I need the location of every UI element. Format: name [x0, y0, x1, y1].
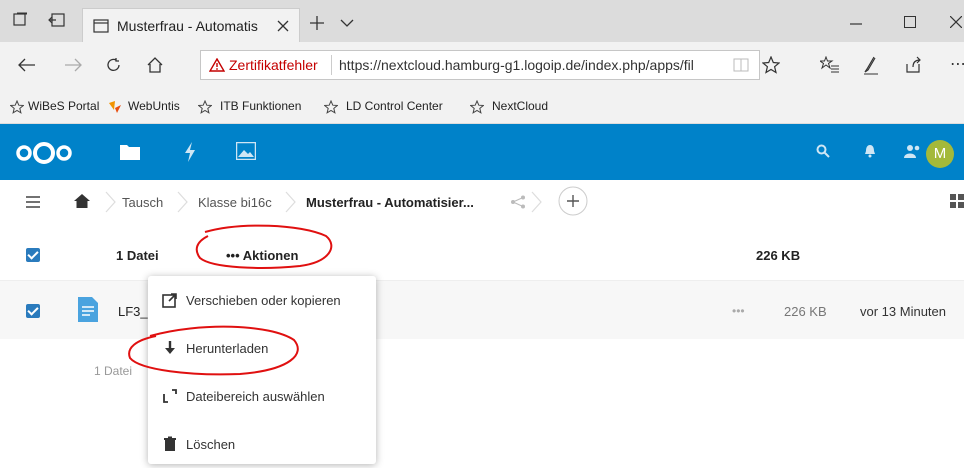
- menu-item-download[interactable]: Herunterladen: [148, 326, 376, 372]
- crop-select-icon: [163, 389, 177, 403]
- favorites-bar: WiBeS Portal WebUntis ITB Funktionen LD …: [0, 90, 964, 124]
- breadcrumb: Tausch Klasse bi16c Musterfrau - Automat…: [0, 180, 964, 226]
- new-file-button[interactable]: [558, 186, 588, 216]
- tab-actions-icon[interactable]: [12, 12, 28, 28]
- breadcrumb-separator-icon: [531, 191, 542, 213]
- tab-title: Musterfrau - Automatis: [117, 18, 258, 34]
- gallery-app-icon[interactable]: [236, 142, 256, 160]
- file-modified: vor 13 Minuten: [860, 304, 946, 319]
- favorite-star-icon[interactable]: [762, 56, 780, 74]
- breadcrumb-klasse[interactable]: Klasse bi16c: [198, 195, 272, 210]
- nextcloud-logo-icon[interactable]: [14, 140, 74, 166]
- favorite-star-icon: [198, 100, 212, 114]
- bookmark-ld-control-center[interactable]: LD Control Center: [346, 99, 443, 113]
- minimize-icon[interactable]: [850, 22, 862, 26]
- breadcrumb-separator-icon: [285, 191, 296, 213]
- bookmark-nextcloud[interactable]: NextCloud: [492, 99, 548, 113]
- url-divider: [331, 55, 332, 75]
- refresh-icon[interactable]: [106, 57, 122, 73]
- forward-icon[interactable]: [64, 58, 82, 72]
- share-folder-icon[interactable]: [510, 195, 526, 209]
- select-all-checkbox[interactable]: [26, 248, 40, 262]
- address-toolbar: Zertifikatfehler https://nextcloud.hambu…: [0, 42, 964, 90]
- file-checkbox[interactable]: [26, 304, 40, 318]
- bookmark-itb-funktionen[interactable]: ITB Funktionen: [220, 99, 301, 113]
- notifications-bell-icon[interactable]: [864, 144, 876, 158]
- warning-icon: [209, 58, 225, 72]
- selection-count: 1 Datei: [116, 248, 159, 263]
- pen-notes-icon[interactable]: [862, 55, 880, 75]
- app-navigation-toggle-icon[interactable]: [26, 196, 40, 208]
- trash-icon: [164, 436, 176, 451]
- close-tab-icon[interactable]: [277, 20, 289, 32]
- file-size: 226 KB: [784, 304, 827, 319]
- active-tab[interactable]: Musterfrau - Automatis: [82, 8, 300, 42]
- file-more-menu[interactable]: •••: [732, 304, 745, 318]
- address-bar[interactable]: Zertifikatfehler https://nextcloud.hambu…: [200, 50, 760, 80]
- breadcrumb-current-folder[interactable]: Musterfrau - Automatisier...: [306, 195, 474, 210]
- document-file-icon: [78, 297, 98, 322]
- favorite-star-icon: [324, 100, 338, 114]
- certificate-error-label[interactable]: Zertifikatfehler: [229, 57, 318, 73]
- actions-menu: Verschieben oder kopieren Herunterladen …: [148, 276, 376, 464]
- grid-view-icon[interactable]: [950, 194, 964, 208]
- download-icon: [165, 341, 175, 354]
- contacts-icon[interactable]: [904, 144, 922, 158]
- favorites-hub-icon[interactable]: [820, 56, 840, 74]
- close-window-icon[interactable]: [950, 16, 962, 28]
- breadcrumb-tausch[interactable]: Tausch: [122, 195, 163, 210]
- reading-view-icon[interactable]: [733, 58, 749, 72]
- back-icon[interactable]: [18, 58, 36, 72]
- menu-item-delete[interactable]: Löschen: [148, 422, 376, 468]
- home-icon[interactable]: [146, 56, 164, 74]
- favorite-star-icon: [470, 100, 484, 114]
- activity-app-icon[interactable]: [184, 142, 196, 162]
- share-icon[interactable]: [904, 56, 922, 74]
- user-avatar[interactable]: M: [926, 140, 954, 168]
- menu-item-move-copy[interactable]: Verschieben oder kopieren: [148, 278, 376, 324]
- files-app-icon[interactable]: [120, 143, 140, 161]
- files-summary: 1 Datei: [94, 364, 133, 378]
- favorite-star-icon: [10, 100, 24, 114]
- more-menu-icon[interactable]: ⋯: [950, 54, 964, 74]
- home-icon[interactable]: [74, 194, 90, 208]
- external-move-icon: [162, 293, 177, 308]
- actions-button[interactable]: ••• Aktionen: [226, 248, 298, 263]
- bookmark-wibes-portal[interactable]: WiBeS Portal: [28, 99, 99, 113]
- browser-tab-bar: Musterfrau - Automatis: [0, 0, 964, 42]
- total-size: 226 KB: [756, 248, 801, 263]
- tab-list-chevron-icon[interactable]: [340, 18, 354, 28]
- page-icon: [93, 19, 109, 33]
- bookmark-webuntis[interactable]: WebUntis: [128, 99, 180, 113]
- webuntis-logo-icon: [109, 101, 121, 113]
- maximize-icon[interactable]: [904, 16, 916, 28]
- url-text[interactable]: https://nextcloud.hamburg-g1.logoip.de/i…: [339, 57, 694, 73]
- breadcrumb-separator-icon: [177, 191, 188, 213]
- search-icon[interactable]: [816, 144, 830, 158]
- menu-item-select-range[interactable]: Dateibereich auswählen: [148, 374, 376, 420]
- breadcrumb-separator-icon: [105, 191, 116, 213]
- new-tab-icon[interactable]: [310, 16, 324, 30]
- nextcloud-header: M: [0, 124, 964, 180]
- set-aside-tabs-icon[interactable]: [48, 12, 66, 28]
